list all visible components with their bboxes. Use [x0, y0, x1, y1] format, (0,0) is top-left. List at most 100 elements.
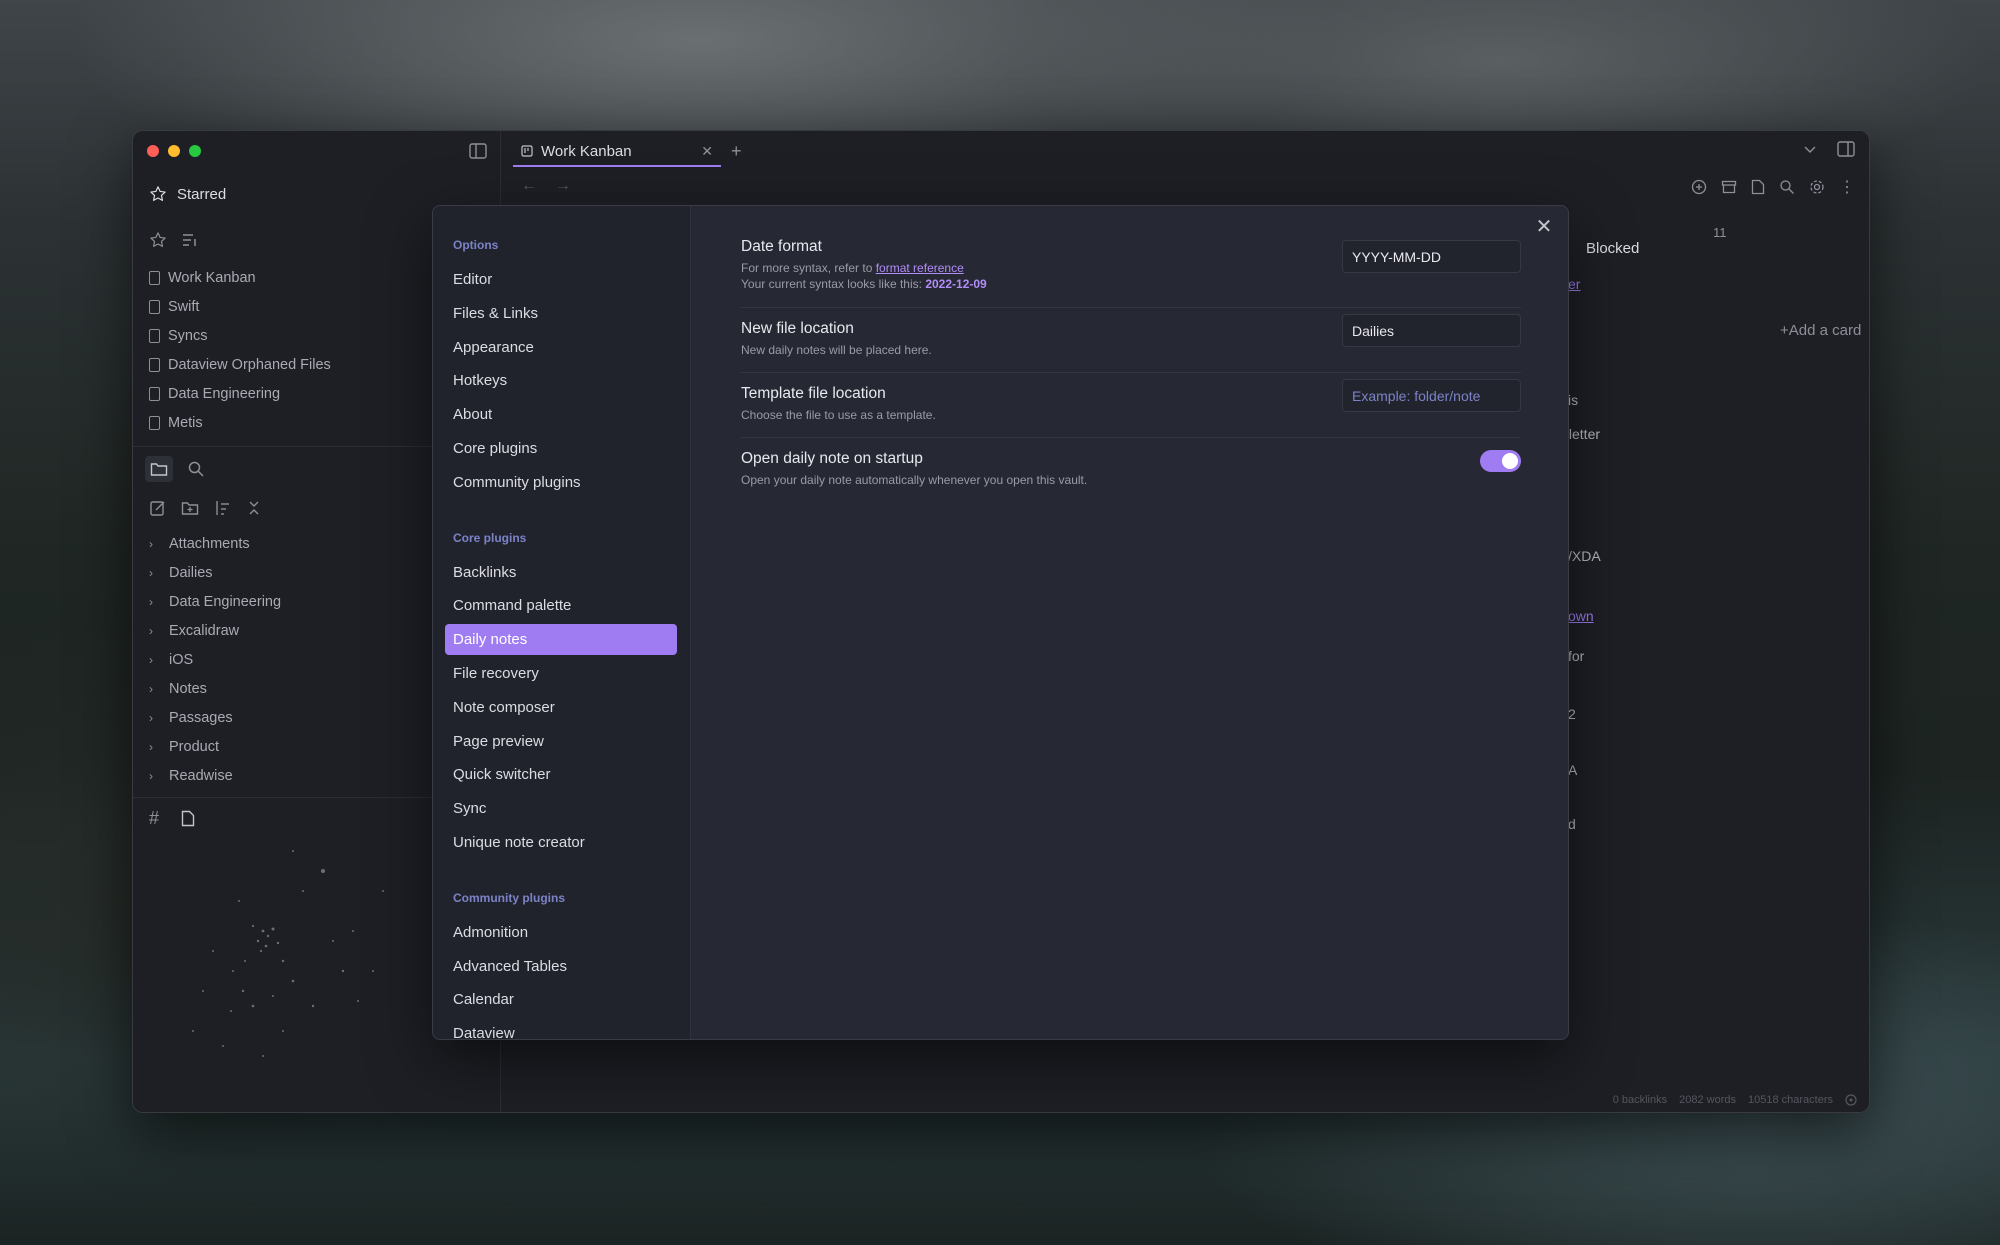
- sidebar-bottom-tabs: #: [149, 808, 195, 829]
- nav-item-community-plugins[interactable]: Community plugins: [445, 467, 677, 498]
- kanban-card-text[interactable]: 2: [1568, 706, 1576, 722]
- folder-item-label: Readwise: [169, 767, 233, 784]
- gear-icon[interactable]: [1809, 177, 1825, 197]
- graph-view-preview: [192, 850, 384, 1057]
- right-sidebar-toggle-icon[interactable]: [1837, 141, 1855, 157]
- chevron-down-icon[interactable]: [1803, 141, 1817, 157]
- folder-item-label: Product: [169, 738, 219, 755]
- folder-item-label: Dailies: [169, 564, 213, 581]
- file-icon: [149, 270, 160, 285]
- close-icon[interactable]: ✕: [701, 143, 713, 160]
- tab-title: Work Kanban: [541, 142, 632, 160]
- starred-item-label: Metis: [168, 414, 203, 431]
- more-options-icon[interactable]: ⋮: [1839, 177, 1855, 197]
- setting-template-file-location: Template file location Choose the file t…: [741, 379, 1521, 438]
- close-icon[interactable]: ✕: [1532, 214, 1556, 238]
- tab-bar: Work Kanban ✕ +: [501, 131, 1869, 171]
- starred-item-label: Dataview Orphaned Files: [168, 356, 331, 373]
- tag-icon[interactable]: #: [149, 808, 159, 829]
- nav-item-note-composer[interactable]: Note composer: [445, 692, 677, 723]
- archive-icon[interactable]: [1721, 177, 1737, 197]
- kanban-card-text[interactable]: for: [1568, 648, 1584, 664]
- starred-toolbar: [149, 231, 199, 249]
- settings-modal: Options Editor Files & Links Appearance Hotk…: [432, 205, 1569, 1040]
- template-file-location-input[interactable]: [1342, 379, 1521, 412]
- kanban-card-text[interactable]: A: [1568, 762, 1577, 778]
- status-backlinks: 0 backlinks: [1612, 1094, 1668, 1106]
- kanban-card-text[interactable]: er: [1568, 276, 1580, 292]
- settings-nav: Options Editor Files & Links Appearance Hotk…: [433, 206, 691, 1039]
- minimize-window-button[interactable]: [168, 145, 180, 157]
- window-actions: [1803, 141, 1855, 157]
- sidebar-toggle-icon[interactable]: [467, 141, 489, 161]
- starred-label: Starred: [177, 185, 227, 203]
- starred-item-label: Work Kanban: [168, 269, 256, 286]
- search-icon[interactable]: [187, 456, 205, 482]
- folder-icon[interactable]: [145, 456, 173, 482]
- chevron-right-icon: ›: [149, 768, 153, 783]
- nav-item-admonition[interactable]: Admonition: [445, 917, 677, 948]
- new-file-location-input[interactable]: [1342, 314, 1521, 347]
- setting-date-format: Date format For more syntax, refer to fo…: [741, 238, 1521, 308]
- starred-item-label: Data Engineering: [168, 385, 281, 402]
- setting-description: Open your daily note automatically whene…: [741, 473, 1088, 487]
- kanban-card-text[interactable]: d: [1568, 816, 1576, 832]
- arrow-left-icon[interactable]: ←: [521, 177, 537, 195]
- search-icon[interactable]: [1779, 177, 1795, 197]
- nav-item-sync[interactable]: Sync: [445, 793, 677, 824]
- folder-item-label: iOS: [169, 651, 194, 668]
- nav-item-file-recovery[interactable]: File recovery: [445, 658, 677, 689]
- add-circle-icon[interactable]: [1691, 177, 1707, 197]
- kanban-card-text[interactable]: /XDA: [1568, 548, 1601, 564]
- chevron-right-icon: ›: [149, 710, 153, 725]
- document-icon[interactable]: [1751, 177, 1765, 197]
- file-icon[interactable]: [181, 808, 195, 829]
- tab-work-kanban[interactable]: Work Kanban ✕: [513, 137, 721, 167]
- nav-item-calendar[interactable]: Calendar: [445, 984, 677, 1015]
- window-controls: [147, 145, 201, 157]
- maximize-window-button[interactable]: [189, 145, 201, 157]
- nav-item-backlinks[interactable]: Backlinks: [445, 557, 677, 588]
- nav-item-hotkeys[interactable]: Hotkeys: [445, 365, 677, 396]
- chevron-right-icon: ›: [149, 536, 153, 551]
- status-words: 2082 words: [1679, 1094, 1736, 1106]
- status-characters: 10518 characters: [1748, 1094, 1833, 1106]
- star-icon: [149, 185, 167, 203]
- starred-header[interactable]: Starred: [149, 185, 226, 203]
- kanban-card-text[interactable]: own: [1568, 608, 1594, 624]
- nav-item-files-links[interactable]: Files & Links: [445, 298, 677, 329]
- nav-item-core-plugins[interactable]: Core plugins: [445, 433, 677, 464]
- collapse-all-icon[interactable]: [245, 499, 263, 517]
- open-on-startup-toggle[interactable]: [1480, 450, 1521, 472]
- nav-item-unique-note-creator[interactable]: Unique note creator: [445, 827, 677, 858]
- setting-open-on-startup: Open daily note on startup Open your dai…: [741, 450, 1521, 503]
- status-bar: 0 backlinks 2082 words 10518 characters: [1613, 1094, 1857, 1106]
- file-icon: [149, 386, 160, 401]
- date-format-input[interactable]: [1342, 240, 1521, 273]
- folder-item-label: Data Engineering: [169, 593, 282, 610]
- new-folder-icon[interactable]: [181, 499, 199, 517]
- sidebar-view-switcher: [145, 456, 205, 482]
- sync-status-icon[interactable]: [1845, 1094, 1857, 1106]
- nav-item-dataview[interactable]: Dataview: [445, 1018, 677, 1039]
- star-add-icon[interactable]: [149, 231, 167, 249]
- format-reference-link[interactable]: format reference: [876, 261, 964, 275]
- nav-item-command-palette[interactable]: Command palette: [445, 590, 677, 621]
- close-window-button[interactable]: [147, 145, 159, 157]
- nav-item-advanced-tables[interactable]: Advanced Tables: [445, 951, 677, 982]
- nav-item-editor[interactable]: Editor: [445, 264, 677, 295]
- nav-item-page-preview[interactable]: Page preview: [445, 726, 677, 757]
- plus-icon[interactable]: +: [731, 141, 742, 162]
- nav-group-options: Options: [453, 238, 499, 252]
- kanban-card-text[interactable]: is: [1568, 392, 1578, 408]
- nav-item-quick-switcher[interactable]: Quick switcher: [445, 759, 677, 790]
- sort-order-icon[interactable]: [213, 499, 231, 517]
- arrow-right-icon[interactable]: →: [555, 177, 571, 195]
- add-card-button[interactable]: +Add a card: [1780, 322, 1861, 339]
- nav-item-daily-notes[interactable]: Daily notes: [445, 624, 677, 656]
- chevron-right-icon: ›: [149, 594, 153, 609]
- new-note-icon[interactable]: [149, 499, 167, 517]
- nav-item-appearance[interactable]: Appearance: [445, 332, 677, 363]
- list-sort-icon[interactable]: [181, 231, 199, 249]
- nav-item-about[interactable]: About: [445, 399, 677, 430]
